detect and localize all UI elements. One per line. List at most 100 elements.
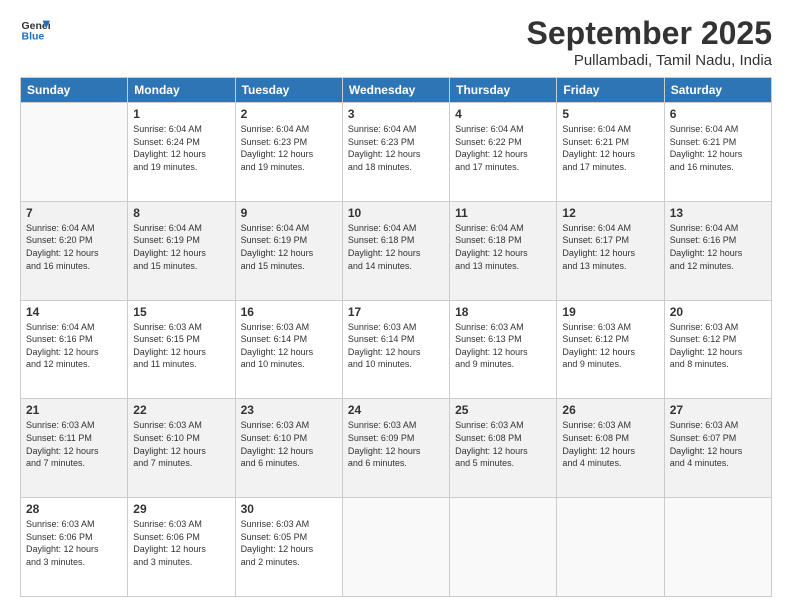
day-number: 18 <box>455 305 551 319</box>
header-thursday: Thursday <box>450 78 557 103</box>
day-number: 20 <box>670 305 766 319</box>
table-row: 2 Sunrise: 6:04 AM Sunset: 6:23 PM Daylig… <box>235 103 342 202</box>
day-number: 3 <box>348 107 444 121</box>
day-number: 23 <box>241 403 337 417</box>
logo: General Blue <box>20 15 50 45</box>
day-number: 21 <box>26 403 122 417</box>
table-row: 3Sunrise: 6:04 AM Sunset: 6:23 PM Daylig… <box>342 103 449 202</box>
table-row <box>450 498 557 597</box>
calendar-table: Sunday Monday Tuesday Wednesday Thursday… <box>20 77 772 597</box>
day-info: Sunrise: 6:03 AM Sunset: 6:12 PM Dayligh… <box>670 321 766 371</box>
day-info: Sunrise: 6:04 AM Sunset: 6:18 PM Dayligh… <box>348 222 444 272</box>
day-info: Sunrise: 6:03 AM Sunset: 6:15 PM Dayligh… <box>133 321 229 371</box>
day-info: Sunrise: 6:03 AM Sunset: 6:10 PM Dayligh… <box>241 419 337 469</box>
day-number: 7 <box>26 206 122 220</box>
table-row: 18Sunrise: 6:03 AM Sunset: 6:13 PM Dayli… <box>450 300 557 399</box>
day-number: 9 <box>241 206 337 220</box>
header-tuesday: Tuesday <box>235 78 342 103</box>
day-info: Sunrise: 6:03 AM Sunset: 6:12 PM Dayligh… <box>562 321 658 371</box>
table-row: 25 Sunrise: 6:03 AM Sunset: 6:08 PM Dayli… <box>450 399 557 498</box>
week-row-4: 21 Sunrise: 6:03 AM Sunset: 6:11 PM Dayli… <box>21 399 772 498</box>
day-number: 30 <box>241 502 337 516</box>
table-row: 11 Sunrise: 6:04 AM Sunset: 6:18 PM Dayli… <box>450 201 557 300</box>
header-monday: Monday <box>128 78 235 103</box>
table-row: 19 Sunrise: 6:03 AM Sunset: 6:12 PM Dayli… <box>557 300 664 399</box>
page-header: General Blue September 2025 Pullambadi, … <box>20 15 772 69</box>
day-number: 6 <box>670 107 766 121</box>
table-row: 10Sunrise: 6:04 AM Sunset: 6:18 PM Dayli… <box>342 201 449 300</box>
day-info: Sunrise: 6:04 AM Sunset: 6:22 PM Dayligh… <box>455 123 551 173</box>
day-info: Sunrise: 6:03 AM Sunset: 6:08 PM Dayligh… <box>562 419 658 469</box>
title-block: September 2025 Pullambadi, Tamil Nadu, I… <box>527 15 772 69</box>
weekday-header-row: Sunday Monday Tuesday Wednesday Thursday… <box>21 78 772 103</box>
location-title: Pullambadi, Tamil Nadu, India <box>527 52 772 69</box>
table-row: 7 Sunrise: 6:04 AM Sunset: 6:20 PM Daylig… <box>21 201 128 300</box>
table-row: 5Sunrise: 6:04 AM Sunset: 6:21 PM Daylig… <box>557 103 664 202</box>
table-row: 30 Sunrise: 6:03 AM Sunset: 6:05 PM Dayli… <box>235 498 342 597</box>
week-row-3: 14 Sunrise: 6:04 AM Sunset: 6:16 PM Dayli… <box>21 300 772 399</box>
day-number: 12 <box>562 206 658 220</box>
day-info: Sunrise: 6:03 AM Sunset: 6:06 PM Dayligh… <box>26 518 122 568</box>
day-info: Sunrise: 6:03 AM Sunset: 6:14 PM Dayligh… <box>241 321 337 371</box>
header-wednesday: Wednesday <box>342 78 449 103</box>
table-row: 13 Sunrise: 6:04 AM Sunset: 6:16 PM Dayli… <box>664 201 771 300</box>
week-row-2: 7 Sunrise: 6:04 AM Sunset: 6:20 PM Daylig… <box>21 201 772 300</box>
day-info: Sunrise: 6:04 AM Sunset: 6:16 PM Dayligh… <box>26 321 122 371</box>
day-info: Sunrise: 6:03 AM Sunset: 6:14 PM Dayligh… <box>348 321 444 371</box>
month-title: September 2025 <box>527 15 772 52</box>
day-info: Sunrise: 6:04 AM Sunset: 6:16 PM Dayligh… <box>670 222 766 272</box>
table-row: 15Sunrise: 6:03 AM Sunset: 6:15 PM Dayli… <box>128 300 235 399</box>
day-number: 2 <box>241 107 337 121</box>
table-row: 14 Sunrise: 6:04 AM Sunset: 6:16 PM Dayli… <box>21 300 128 399</box>
day-number: 19 <box>562 305 658 319</box>
day-number: 14 <box>26 305 122 319</box>
table-row: 9 Sunrise: 6:04 AM Sunset: 6:19 PM Daylig… <box>235 201 342 300</box>
day-number: 11 <box>455 206 551 220</box>
header-sunday: Sunday <box>21 78 128 103</box>
table-row: 28 Sunrise: 6:03 AM Sunset: 6:06 PM Dayli… <box>21 498 128 597</box>
day-info: Sunrise: 6:04 AM Sunset: 6:23 PM Dayligh… <box>241 123 337 173</box>
table-row <box>664 498 771 597</box>
table-row: 8Sunrise: 6:04 AM Sunset: 6:19 PM Daylig… <box>128 201 235 300</box>
day-number: 22 <box>133 403 229 417</box>
table-row: 22 Sunrise: 6:03 AM Sunset: 6:10 PM Dayli… <box>128 399 235 498</box>
week-row-1: 1Sunrise: 6:04 AM Sunset: 6:24 PM Daylig… <box>21 103 772 202</box>
table-row: 24 Sunrise: 6:03 AM Sunset: 6:09 PM Dayli… <box>342 399 449 498</box>
day-number: 25 <box>455 403 551 417</box>
day-info: Sunrise: 6:03 AM Sunset: 6:06 PM Dayligh… <box>133 518 229 568</box>
day-info: Sunrise: 6:04 AM Sunset: 6:19 PM Dayligh… <box>241 222 337 272</box>
header-friday: Friday <box>557 78 664 103</box>
day-number: 4 <box>455 107 551 121</box>
day-info: Sunrise: 6:04 AM Sunset: 6:21 PM Dayligh… <box>562 123 658 173</box>
day-number: 13 <box>670 206 766 220</box>
week-row-5: 28 Sunrise: 6:03 AM Sunset: 6:06 PM Dayli… <box>21 498 772 597</box>
day-info: Sunrise: 6:04 AM Sunset: 6:17 PM Dayligh… <box>562 222 658 272</box>
table-row: 21 Sunrise: 6:03 AM Sunset: 6:11 PM Dayli… <box>21 399 128 498</box>
day-info: Sunrise: 6:03 AM Sunset: 6:10 PM Dayligh… <box>133 419 229 469</box>
day-number: 8 <box>133 206 229 220</box>
table-row: 27Sunrise: 6:03 AM Sunset: 6:07 PM Dayli… <box>664 399 771 498</box>
day-info: Sunrise: 6:03 AM Sunset: 6:11 PM Dayligh… <box>26 419 122 469</box>
day-number: 27 <box>670 403 766 417</box>
day-number: 28 <box>26 502 122 516</box>
day-info: Sunrise: 6:03 AM Sunset: 6:05 PM Dayligh… <box>241 518 337 568</box>
table-row: 26Sunrise: 6:03 AM Sunset: 6:08 PM Dayli… <box>557 399 664 498</box>
table-row: 6 Sunrise: 6:04 AM Sunset: 6:21 PM Daylig… <box>664 103 771 202</box>
day-info: Sunrise: 6:04 AM Sunset: 6:24 PM Dayligh… <box>133 123 229 173</box>
day-number: 29 <box>133 502 229 516</box>
day-info: Sunrise: 6:04 AM Sunset: 6:18 PM Dayligh… <box>455 222 551 272</box>
table-row: 1Sunrise: 6:04 AM Sunset: 6:24 PM Daylig… <box>128 103 235 202</box>
day-info: Sunrise: 6:04 AM Sunset: 6:21 PM Dayligh… <box>670 123 766 173</box>
day-number: 16 <box>241 305 337 319</box>
table-row <box>557 498 664 597</box>
day-info: Sunrise: 6:03 AM Sunset: 6:08 PM Dayligh… <box>455 419 551 469</box>
day-info: Sunrise: 6:04 AM Sunset: 6:20 PM Dayligh… <box>26 222 122 272</box>
logo-icon: General Blue <box>20 15 50 45</box>
day-info: Sunrise: 6:03 AM Sunset: 6:09 PM Dayligh… <box>348 419 444 469</box>
table-row: 20 Sunrise: 6:03 AM Sunset: 6:12 PM Dayli… <box>664 300 771 399</box>
day-number: 24 <box>348 403 444 417</box>
table-row: 23 Sunrise: 6:03 AM Sunset: 6:10 PM Dayli… <box>235 399 342 498</box>
table-row: 4 Sunrise: 6:04 AM Sunset: 6:22 PM Daylig… <box>450 103 557 202</box>
table-row <box>21 103 128 202</box>
header-saturday: Saturday <box>664 78 771 103</box>
